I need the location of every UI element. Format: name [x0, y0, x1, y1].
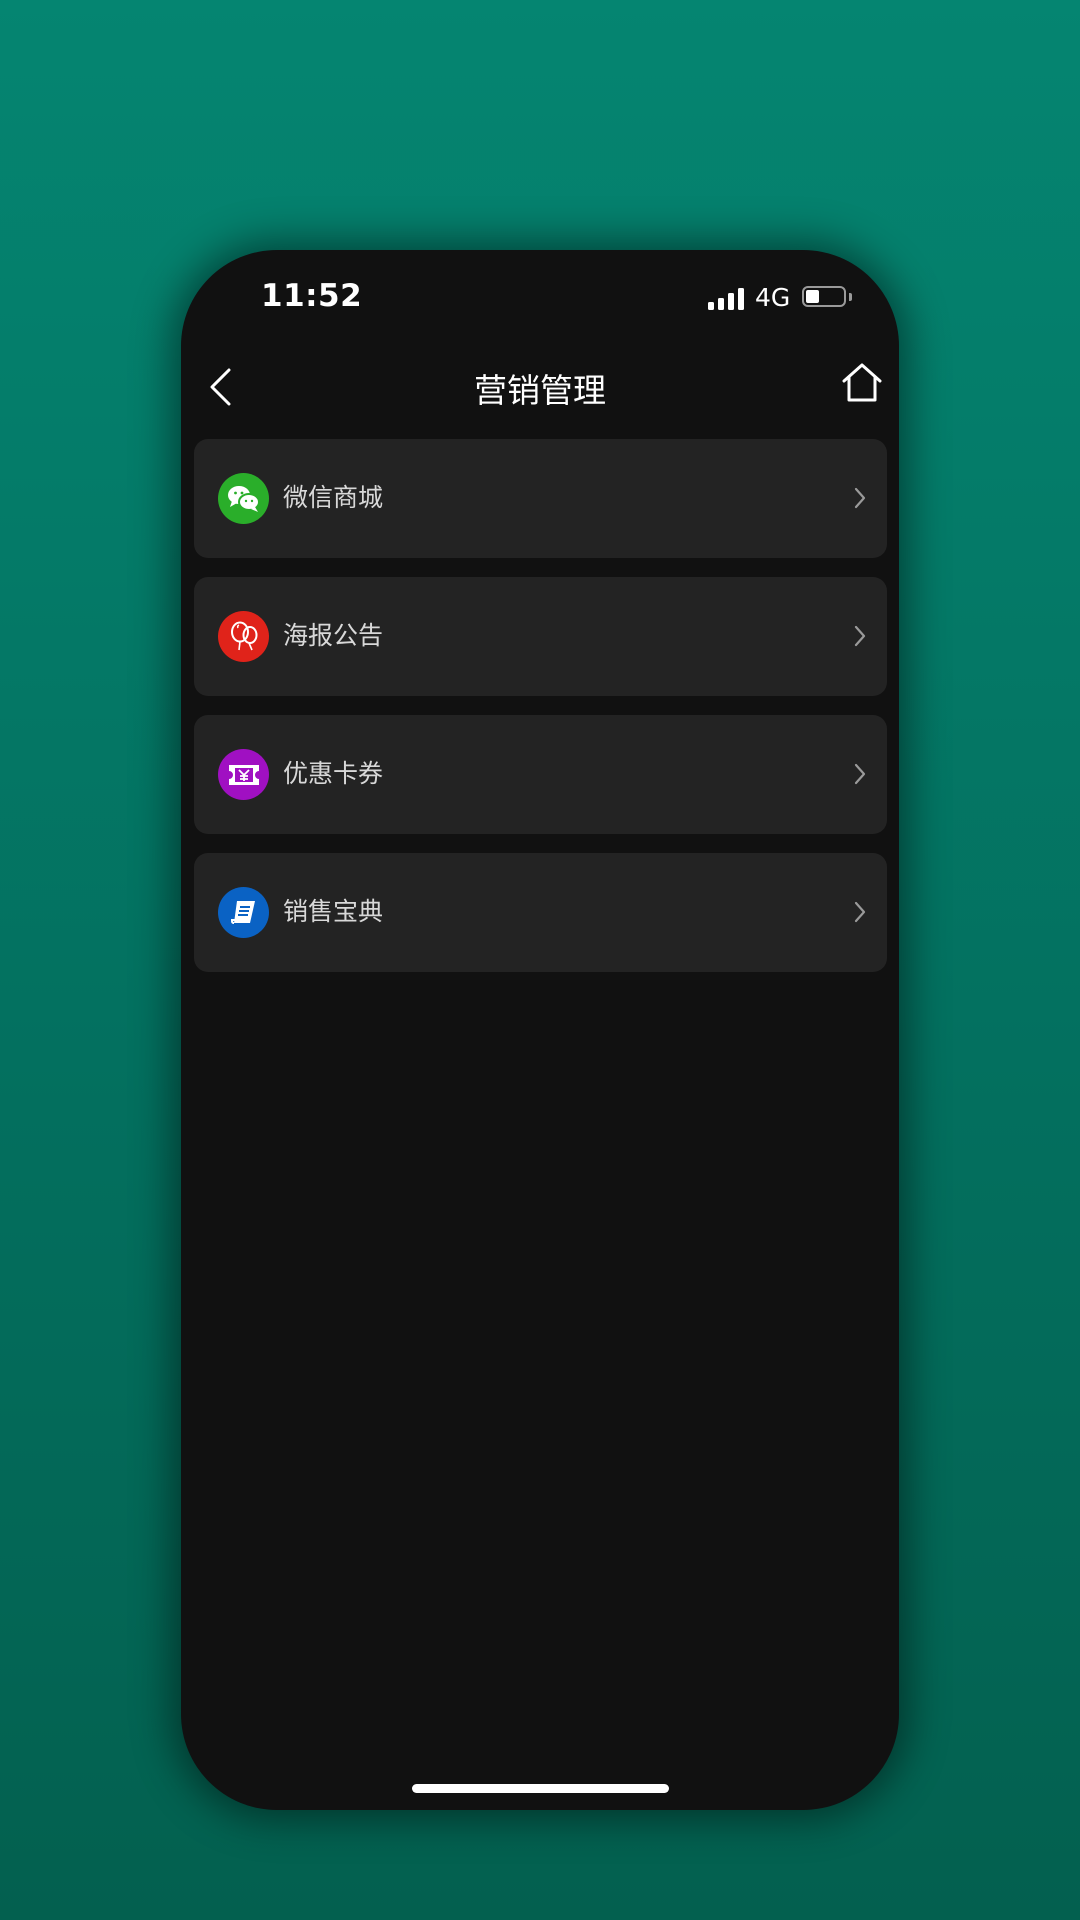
network-type: 4G [755, 283, 791, 312]
menu-item-label: 微信商城 [283, 483, 384, 512]
menu-item-label: 海报公告 [283, 621, 384, 650]
coupon-icon [218, 749, 269, 800]
home-icon [842, 363, 882, 402]
page-title: 营销管理 [474, 371, 606, 410]
book-icon [218, 887, 269, 938]
home-indicator[interactable] [412, 1784, 669, 1793]
status-bar: 11:52 4G [181, 250, 899, 342]
phone-screen: 11:52 4G 营销管理 微信商城 海报公告 优惠卡券 销售宝典 [181, 250, 899, 1810]
battery-level [806, 290, 819, 303]
battery-icon [802, 286, 846, 307]
menu-item-wechat-mall[interactable]: 微信商城 [194, 439, 887, 558]
wechat-icon [218, 473, 269, 524]
menu-item-coupons[interactable]: 优惠卡券 [194, 715, 887, 834]
chevron-right-icon [854, 901, 866, 923]
balloon-icon [218, 611, 269, 662]
menu-list: 微信商城 海报公告 优惠卡券 销售宝典 [194, 439, 887, 991]
chevron-right-icon [854, 487, 866, 509]
menu-item-sales-guide[interactable]: 销售宝典 [194, 853, 887, 972]
chevron-right-icon [854, 625, 866, 647]
menu-item-label: 销售宝典 [283, 897, 384, 926]
chevron-right-icon [854, 763, 866, 785]
navigation-bar: 营销管理 [181, 342, 899, 432]
signal-strength-icon [708, 288, 744, 310]
battery-cap [849, 293, 852, 301]
home-button[interactable] [841, 362, 883, 404]
menu-item-poster-announcement[interactable]: 海报公告 [194, 577, 887, 696]
status-time: 11:52 [261, 278, 363, 314]
menu-item-label: 优惠卡券 [283, 759, 384, 788]
